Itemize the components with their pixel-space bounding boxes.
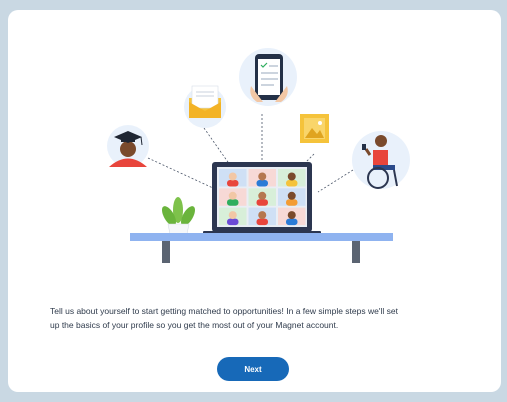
envelope-icon bbox=[184, 85, 226, 128]
video-tile bbox=[219, 169, 247, 187]
onboarding-card: Tell us about yourself to start getting … bbox=[8, 10, 501, 392]
next-button[interactable]: Next bbox=[217, 357, 289, 381]
video-tile bbox=[278, 188, 306, 206]
onboarding-illustration bbox=[107, 48, 410, 263]
video-tile bbox=[219, 207, 247, 226]
video-tile bbox=[248, 188, 276, 206]
video-tile bbox=[248, 169, 276, 187]
laptop-video-call-icon bbox=[203, 162, 321, 235]
video-tile bbox=[248, 207, 276, 226]
shelf bbox=[130, 233, 393, 263]
video-tile bbox=[278, 169, 306, 187]
intro-text: Tell us about yourself to start getting … bbox=[50, 304, 470, 332]
plant-icon bbox=[162, 197, 195, 235]
wheelchair-user-avatar-icon bbox=[352, 131, 410, 189]
video-tile bbox=[219, 188, 247, 206]
video-tile bbox=[278, 207, 306, 226]
intro-line-2: up the basics of your profile so you get… bbox=[50, 320, 339, 330]
image-frame-icon bbox=[300, 114, 329, 143]
phone-checklist-icon bbox=[239, 48, 297, 106]
intro-line-1: Tell us about yourself to start getting … bbox=[50, 306, 398, 316]
graduate-avatar-icon bbox=[107, 125, 149, 167]
